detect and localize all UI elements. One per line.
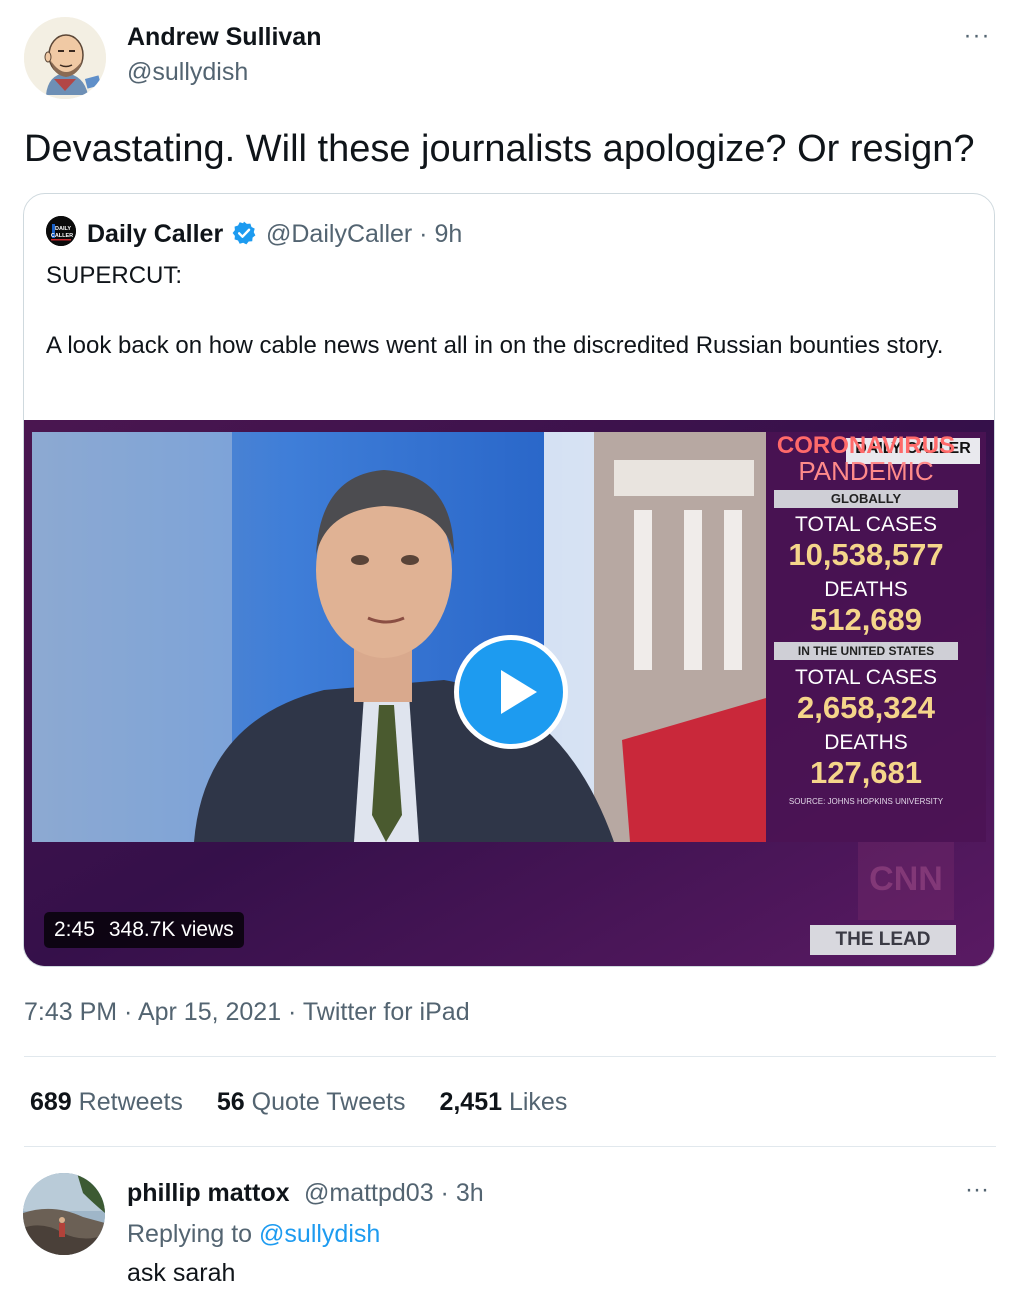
video-views: 348.7K views bbox=[108, 918, 234, 941]
quote-author-avatar[interactable]: DAILY CALLER bbox=[46, 216, 76, 246]
overlay-us-cases-label: TOTAL CASES bbox=[795, 666, 937, 689]
tweet-timestamp[interactable]: 7:43 PM · Apr 15, 2021 · Twitter for iPa… bbox=[24, 998, 470, 1027]
cnn-logo: CNN bbox=[869, 860, 943, 898]
video-duration: 2:45 bbox=[54, 918, 95, 941]
overlay-show-name: THE LEAD bbox=[835, 929, 931, 950]
replying-prefix: Replying to bbox=[127, 1220, 253, 1248]
likes-stat[interactable]: 2,451 Likes bbox=[439, 1088, 567, 1117]
tweet-text: Devastating. Will these journalists apol… bbox=[24, 128, 975, 170]
overlay-headline2: PANDEMIC bbox=[798, 456, 934, 486]
overlay-global-cases: 10,538,577 bbox=[788, 537, 944, 572]
divider bbox=[24, 1146, 996, 1147]
quote-text-line1: SUPERCUT: bbox=[46, 262, 183, 289]
overlay-us-deaths: 127,681 bbox=[809, 755, 923, 790]
reply-author-handle[interactable]: @mattpd03 · 3h bbox=[304, 1179, 484, 1208]
overlay-us-label: IN THE UNITED STATES bbox=[797, 644, 935, 658]
divider bbox=[24, 1056, 996, 1057]
retweets-count: 689 bbox=[30, 1088, 72, 1116]
play-button[interactable] bbox=[454, 635, 568, 749]
likes-count: 2,451 bbox=[439, 1088, 503, 1116]
quote-tweets-count: 56 bbox=[216, 1088, 245, 1116]
replying-to-link[interactable]: @sullydish bbox=[259, 1220, 380, 1248]
svg-text:CALLER: CALLER bbox=[51, 233, 73, 239]
overlay-us-deaths-label: DEATHS bbox=[824, 731, 908, 754]
reply-avatar-photo bbox=[23, 1173, 105, 1255]
retweets-stat[interactable]: 689 Retweets bbox=[30, 1088, 183, 1117]
quote-tweets-stat[interactable]: 56 Quote Tweets bbox=[217, 1088, 406, 1117]
reply-more-options-icon[interactable]: ··· bbox=[962, 1176, 992, 1204]
author-name[interactable]: Andrew Sullivan bbox=[127, 23, 321, 52]
reply-author-avatar[interactable] bbox=[23, 1173, 105, 1255]
daily-caller-logo-icon: DAILY CALLER bbox=[46, 216, 76, 246]
svg-text:DAILY: DAILY bbox=[55, 226, 71, 232]
play-icon bbox=[501, 670, 537, 714]
verified-badge-icon bbox=[232, 221, 256, 245]
video-info-badge: 2:45 348.7K views bbox=[44, 912, 244, 948]
overlay-global-deaths: 512,689 bbox=[809, 602, 923, 637]
engagement-stats: 689 Retweets 56 Quote Tweets 2,451 Likes bbox=[30, 1088, 567, 1117]
author-handle[interactable]: @sullydish bbox=[127, 58, 248, 87]
quote-author-handle[interactable]: @DailyCaller · 9h bbox=[266, 220, 462, 249]
author-avatar-illustration bbox=[24, 17, 106, 99]
overlay-total-cases-label: TOTAL CASES bbox=[795, 513, 937, 536]
overlay-deaths-label: DEATHS bbox=[824, 578, 908, 601]
likes-label: Likes bbox=[508, 1088, 568, 1116]
overlay-globally: GLOBALLY bbox=[830, 491, 902, 506]
overlay-us-cases: 2,658,324 bbox=[797, 690, 935, 725]
video-player[interactable]: DAILY CALLER CORONAVIRUS PANDEMIC GLOBAL… bbox=[24, 420, 994, 966]
author-avatar[interactable] bbox=[24, 17, 106, 99]
replying-to: Replying to @sullydish bbox=[127, 1220, 380, 1249]
retweets-label: Retweets bbox=[78, 1088, 183, 1116]
quoted-tweet[interactable]: DAILY CALLER Daily Caller @DailyCaller ·… bbox=[23, 193, 995, 967]
overlay-source: SOURCE: JOHNS HOPKINS UNIVERSITY bbox=[788, 797, 944, 806]
quote-tweets-label: Quote Tweets bbox=[251, 1088, 406, 1116]
reply-author-name[interactable]: phillip mattox bbox=[127, 1179, 290, 1208]
reply-text: ask sarah bbox=[127, 1259, 236, 1287]
quote-author-name[interactable]: Daily Caller bbox=[87, 220, 223, 249]
quote-text-body: A look back on how cable news went all i… bbox=[46, 332, 944, 359]
more-options-icon[interactable]: ··· bbox=[962, 22, 992, 50]
